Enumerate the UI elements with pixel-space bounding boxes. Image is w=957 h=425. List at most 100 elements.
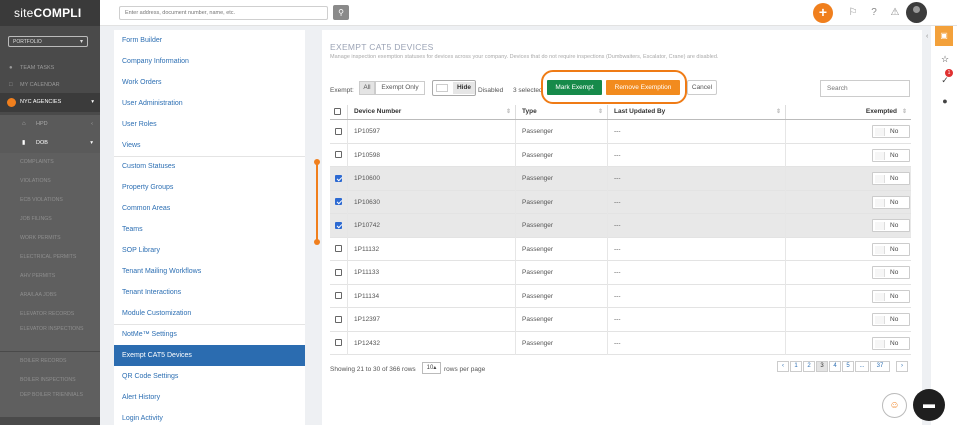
table-row[interactable]: 1P12432 Passenger --- No [330,331,911,355]
menu-item-exempt-cat5-devices[interactable]: Exempt CAT5 Devices [114,345,305,366]
menu-item-teams[interactable]: Teams [114,219,305,240]
menu-item-alert-history[interactable]: Alert History [114,387,305,408]
exempted-toggle[interactable]: No [872,289,910,303]
sidebar-item-ecb-violations[interactable]: ECB VIOLATIONS [0,191,100,210]
sidebar-item-elevator-records[interactable]: ELEVATOR RECORDS [0,305,100,324]
menu-item-tenant-mailing-workflows[interactable]: Tenant Mailing Workflows [114,261,305,282]
star-icon[interactable]: ☆ [938,52,952,66]
table-search-input[interactable] [820,80,910,97]
sidebar-item-work-permits[interactable]: WORK PERMITS [0,229,100,248]
menu-item-company-information[interactable]: Company Information [114,51,305,72]
exempted-toggle[interactable]: No [872,219,910,232]
filter-all-button[interactable]: All [359,81,375,95]
sidebar-item-complaints[interactable]: COMPLAINTS [0,153,100,172]
menu-item-user-administration[interactable]: User Administration [114,93,305,114]
row-checkbox[interactable] [335,245,342,252]
table-row[interactable]: 1P10600 Passenger --- No [330,167,911,191]
sidebar-item-hpd[interactable]: ⌂ HPD ‹ [0,115,100,134]
sidebar-item-boiler-records[interactable]: BOILER RECORDS [0,352,100,371]
row-checkbox[interactable] [335,151,342,158]
row-checkbox[interactable] [335,198,342,205]
hide-disabled-toggle[interactable]: Hide [432,80,476,96]
sidebar-item-nyc-agencies[interactable]: NYC AGENCIES ▾ [0,93,100,112]
assistant-icon[interactable]: ☺ [882,393,907,418]
pager-page-button[interactable]: 3 [816,361,828,372]
calendar-icon[interactable]: ▣ [935,26,953,46]
cancel-button[interactable]: Cancel [687,80,717,95]
menu-item-module-customization[interactable]: Module Customization [114,303,305,324]
column-header-exempted[interactable]: Exempted ⇕ [786,105,911,119]
exempted-toggle[interactable]: No [872,313,910,326]
search-button[interactable]: ⚲ [333,5,349,20]
row-checkbox[interactable] [335,221,342,229]
column-header-last-updated-by[interactable]: Last Updated By ⇕ [608,105,786,119]
pager-page-button[interactable]: 4 [829,361,841,372]
sidebar-item-violations[interactable]: VIOLATIONS [0,172,100,191]
team-icon[interactable]: ● [938,94,952,108]
sidebar-item-ahv-permits[interactable]: AHV PERMITS [0,267,100,286]
sidebar-item-boiler-inspections[interactable]: BOILER INSPECTIONS [0,371,100,390]
menu-item-sop-library[interactable]: SOP Library [114,240,305,261]
pager-page-button[interactable]: 37 [870,361,890,372]
global-search-input[interactable] [119,6,328,20]
row-checkbox[interactable] [335,292,342,299]
sidebar-item-dob[interactable]: ▮ DOB ▾ [0,134,100,153]
exempted-toggle[interactable]: No [872,336,910,350]
bookmark-icon[interactable]: ⚐ [846,6,860,20]
sidebar-item-elevator-inspections[interactable]: ELEVATOR INSPECTIONS [0,324,100,351]
sidebar-item-electrical-permits[interactable]: ELECTRICAL PERMITS [0,248,100,267]
exempted-toggle[interactable]: No [872,148,910,162]
menu-item-form-builder[interactable]: Form Builder [114,30,305,51]
pager-page-button[interactable]: 5 [842,361,854,372]
portfolio-select[interactable]: PORTFOLIO ▾ [8,36,88,47]
pager-page-button[interactable]: 2 [803,361,815,372]
table-row[interactable]: 1P10597 Passenger --- No [330,120,911,144]
pager-page-button[interactable]: ... [855,361,869,372]
menu-item-tenant-interactions[interactable]: Tenant Interactions [114,282,305,303]
exempted-toggle[interactable]: No [872,125,910,138]
sidebar-item-ara-laa-jobs[interactable]: ARA/LAA JOBS [0,286,100,305]
menu-item-views[interactable]: Views [114,135,305,156]
sidebar-item-dep-boiler-triennials[interactable]: DEP BOILER TRIENNIALS [0,390,100,417]
pager-next-button[interactable]: › [896,361,908,372]
select-all-checkbox[interactable] [334,108,341,115]
filter-exempt-only-button[interactable]: Exempt Only [375,81,425,95]
table-row[interactable]: 1P10598 Passenger --- No [330,143,911,167]
user-avatar[interactable] [906,2,927,23]
table-row[interactable]: 1P11133 Passenger --- No [330,261,911,285]
row-checkbox[interactable] [335,339,342,346]
menu-item-login-activity[interactable]: Login Activity [114,408,305,425]
exempted-toggle[interactable]: No [872,242,910,256]
pager-page-button[interactable]: 1 [790,361,802,372]
add-new-button[interactable]: + [813,3,833,23]
app-logo[interactable]: siteCOMPLI [0,0,100,26]
table-row[interactable]: 1P11134 Passenger --- No [330,284,911,308]
row-checkbox[interactable] [335,315,342,323]
menu-item-property-groups[interactable]: Property Groups [114,177,305,198]
row-checkbox[interactable] [335,127,342,135]
pager-prev-button[interactable]: ‹ [777,361,789,372]
row-checkbox[interactable] [335,268,342,276]
chat-button[interactable]: ▬ [913,389,945,421]
exempted-toggle[interactable]: No [872,266,910,279]
bell-icon[interactable]: ⚠ [888,6,902,20]
table-row[interactable]: 1P10742 Passenger --- No [330,214,911,238]
menu-item-common-areas[interactable]: Common Areas [114,198,305,219]
column-header-type[interactable]: Type ⇕ [516,105,608,119]
column-header-device-number[interactable]: Device Number ⇕ [348,105,516,119]
exempted-toggle[interactable]: No [872,195,910,209]
sidebar-item-job-filings[interactable]: JOB FILINGS [0,210,100,229]
menu-item-qr-code-settings[interactable]: QR Code Settings [114,366,305,387]
menu-item-custom-statuses[interactable]: Custom Statuses [114,156,305,177]
table-row[interactable]: 1P12397 Passenger --- No [330,308,911,332]
menu-item-work-orders[interactable]: Work Orders [114,72,305,93]
chevron-left-icon[interactable]: ‹ [926,30,933,44]
table-row[interactable]: 1P10630 Passenger --- No [330,190,911,214]
help-icon[interactable]: ? [867,6,881,20]
rows-per-page-select[interactable]: 10▴ [422,362,441,374]
menu-item-notme-settings[interactable]: NotMe™ Settings [114,324,305,345]
exempted-toggle[interactable]: No [872,172,910,185]
table-row[interactable]: 1P11132 Passenger --- No [330,237,911,261]
row-checkbox[interactable] [335,174,342,182]
menu-item-user-roles[interactable]: User Roles [114,114,305,135]
